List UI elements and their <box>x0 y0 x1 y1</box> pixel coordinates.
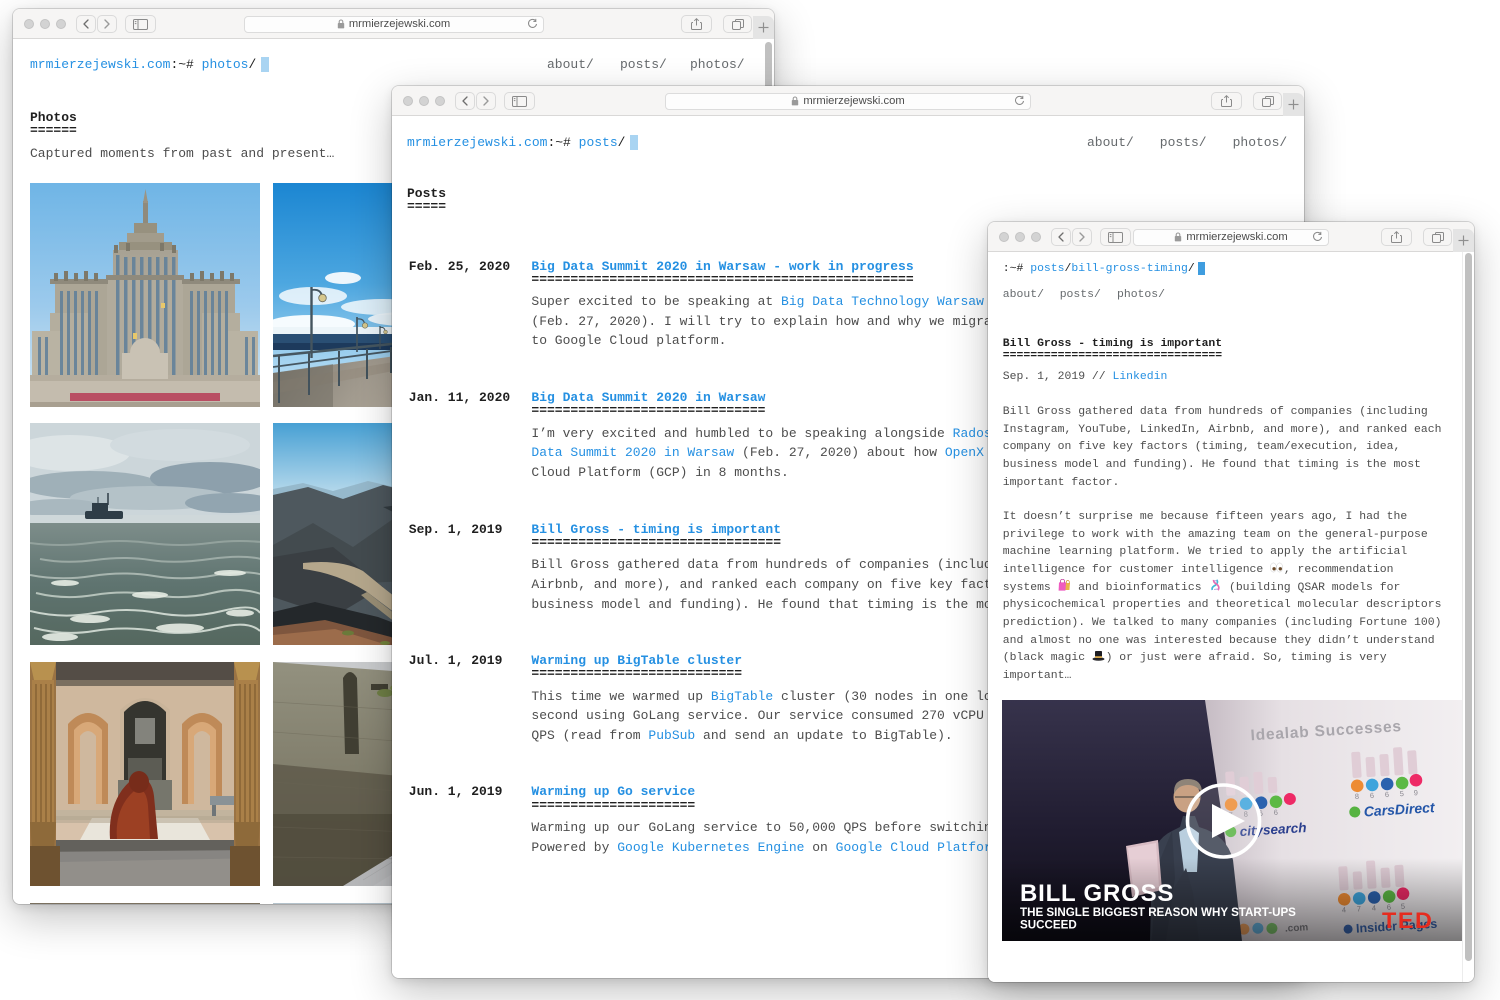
svg-text:9: 9 <box>1413 788 1418 797</box>
svg-text:TED: TED <box>1382 907 1433 932</box>
svg-text:6: 6 <box>1273 808 1278 817</box>
svg-text:THE SINGLE BIGGEST REASON WHY: THE SINGLE BIGGEST REASON WHY START-UPS <box>1020 906 1296 919</box>
svg-text:6: 6 <box>1385 790 1390 799</box>
svg-text:6: 6 <box>1370 791 1375 800</box>
svg-text:BILL GROSS: BILL GROSS <box>1020 880 1174 907</box>
svg-text:5: 5 <box>1399 789 1404 798</box>
svg-text:SUCCEED: SUCCEED <box>1020 919 1077 932</box>
svg-text:8: 8 <box>1355 792 1360 801</box>
